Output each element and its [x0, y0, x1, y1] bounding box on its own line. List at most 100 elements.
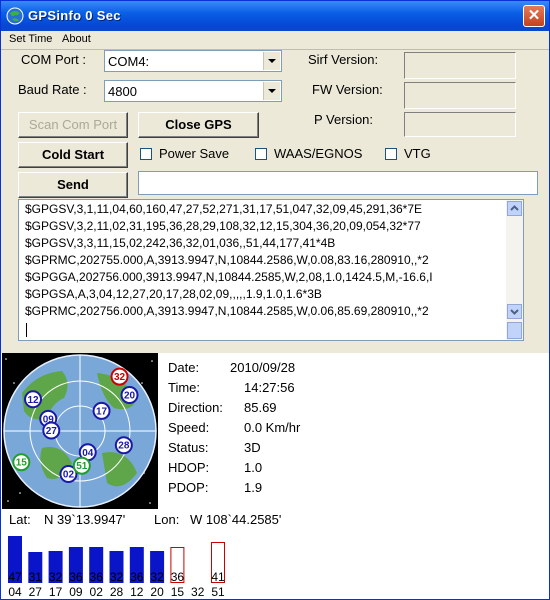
longitude-value: W 108`44.2585' [190, 512, 282, 527]
satellite-prn-tick-label: 27 [29, 585, 43, 599]
direction-value: 85.69 [244, 400, 277, 415]
star-dot [13, 382, 15, 384]
chevron-down-icon[interactable] [263, 82, 280, 100]
star-dot [19, 492, 21, 494]
vtg-label: VTG [404, 146, 431, 161]
satellite-marker-28: 28 [114, 436, 133, 455]
com-port-select[interactable]: COM4: [104, 50, 282, 72]
direction-label: Direction: [168, 400, 223, 415]
satellite-marker-51: 51 [72, 456, 91, 475]
longitude-label: Lon: [154, 512, 180, 527]
satellite-prn-label: 02 [63, 470, 75, 481]
baud-rate-select[interactable]: 4800 [104, 80, 282, 102]
satellite-prn-tick-label: 12 [130, 585, 144, 599]
sirf-version-label: Sirf Version: [308, 52, 379, 67]
com-port-label: COM Port : [21, 52, 87, 67]
satellite-prn-tick-label: 04 [8, 585, 22, 599]
vtg-checkbox[interactable] [385, 148, 397, 160]
satellite-prn-tick-label: 20 [150, 585, 164, 599]
satellite-prn-label: 17 [96, 406, 108, 417]
signal-value-label: 47 [8, 570, 22, 584]
signal-value-label: 36 [171, 570, 185, 584]
satellite-prn-tick-label: 17 [49, 585, 63, 599]
star-dot [7, 500, 9, 502]
star-dot [149, 502, 151, 504]
menu-set-time[interactable]: Set Time [9, 33, 52, 45]
gpsinfo-window: GPSinfo 0 Sec ✕ Set Time About COM Port … [0, 0, 550, 600]
com-port-value: COM4: [108, 54, 150, 69]
star-dot [5, 358, 7, 360]
satellite-marker-32: 32 [110, 367, 129, 386]
satellite-prn-tick-label: 51 [211, 585, 225, 599]
nmea-line: $GPGGA,202756.000,3913.9947,N,10844.2585… [25, 270, 433, 284]
speed-label: Speed: [168, 420, 210, 435]
speed-value: 0.0 Km/hr [244, 420, 301, 435]
fw-version-label: FW Version: [312, 82, 383, 97]
baud-rate-label: Baud Rate : [18, 82, 87, 97]
satellite-marker-12: 12 [24, 390, 43, 409]
date-value: 2010/09/28 [230, 360, 296, 375]
satellite-prn-label: 27 [46, 426, 58, 437]
satellite-prn-label: 32 [114, 372, 126, 383]
satellite-prn-label: 15 [16, 458, 28, 469]
satellite-marker-17: 17 [92, 401, 111, 420]
signal-strength-chart: 470431273217360936023228361232203615 3241… [8, 536, 225, 599]
hdop-label: HDOP: [168, 460, 210, 475]
latitude-value: N 39`13.9947' [44, 512, 126, 527]
sirf-version-field [404, 52, 516, 79]
scroll-up-icon[interactable] [507, 201, 522, 216]
waas-egnos-checkbox[interactable] [255, 148, 267, 160]
satellite-prn-label: 12 [27, 395, 39, 406]
status-label: Status: [168, 440, 209, 455]
nmea-line: $GPRMC,202755.000,A,3913.9947,N,10844.25… [25, 253, 429, 267]
pdop-value: 1.9 [244, 480, 263, 495]
chevron-down-icon[interactable] [263, 52, 280, 70]
scroll-down-icon[interactable] [507, 304, 522, 319]
scroll-thumb[interactable] [507, 322, 522, 339]
close-window-button[interactable]: ✕ [523, 5, 545, 27]
nmea-line: $GPRMC,202756.000,A,3913.9947,N,10844.25… [25, 304, 429, 318]
signal-value-label: 31 [29, 570, 43, 584]
nmea-line: $GPGSV,3,2,11,02,31,195,36,28,29,108,32,… [25, 219, 421, 233]
signal-value-label: 36 [69, 570, 83, 584]
fw-version-field [404, 82, 516, 109]
satellite-prn-tick-label: 02 [90, 585, 104, 599]
date-label: Date: [168, 360, 200, 375]
star-dot [141, 382, 143, 384]
fix-status-value: 3D [244, 440, 261, 455]
text-cursor [26, 323, 27, 337]
send-command-input[interactable] [138, 171, 538, 195]
p-version-field [404, 112, 516, 137]
time-label: Time: [168, 380, 201, 395]
vertical-scrollbar[interactable] [506, 200, 523, 340]
hdop-value: 1.0 [244, 460, 263, 475]
nmea-log-textarea[interactable]: $GPGSV,3,1,11,04,60,160,47,27,52,271,31,… [18, 199, 524, 341]
satellite-marker-15: 15 [12, 453, 31, 472]
pdop-label: PDOP: [168, 480, 209, 495]
satellite-prn-tick-label: 28 [110, 585, 124, 599]
satellite-marker-27: 27 [42, 421, 61, 440]
window-title: GPSinfo 0 Sec [28, 8, 121, 23]
title-bar[interactable]: GPSinfo 0 Sec ✕ [1, 1, 549, 31]
star-dot [151, 360, 153, 362]
send-button[interactable]: Send [18, 172, 128, 198]
satellite-prn-label: 51 [76, 461, 88, 472]
menu-about[interactable]: About [62, 33, 91, 45]
time-value: 14:27:56 [244, 380, 295, 395]
close-gps-button[interactable]: Close GPS [138, 112, 259, 138]
nmea-line: $GPGSA,A,3,04,12,27,20,17,28,02,09,,,,,1… [25, 287, 322, 301]
baud-rate-value: 4800 [108, 84, 137, 99]
power-save-label: Power Save [159, 146, 230, 161]
power-save-checkbox[interactable] [140, 148, 152, 160]
satellite-skyplot: 32201712092728040215 51 [2, 353, 158, 509]
signal-value-label: 41 [211, 570, 225, 584]
satellite-marker-20: 20 [120, 386, 139, 405]
cold-start-button[interactable]: Cold Start [18, 142, 128, 168]
scan-com-port-button[interactable]: Scan Com Port [18, 112, 128, 138]
satellite-prn-label: 28 [118, 441, 130, 452]
menu-bar: Set Time About [1, 31, 549, 50]
satellite-prn-tick-label: 32 [191, 585, 205, 599]
signal-value-label: 36 [90, 570, 104, 584]
p-version-label: P Version: [314, 112, 374, 127]
satellite-app-icon [6, 7, 24, 25]
